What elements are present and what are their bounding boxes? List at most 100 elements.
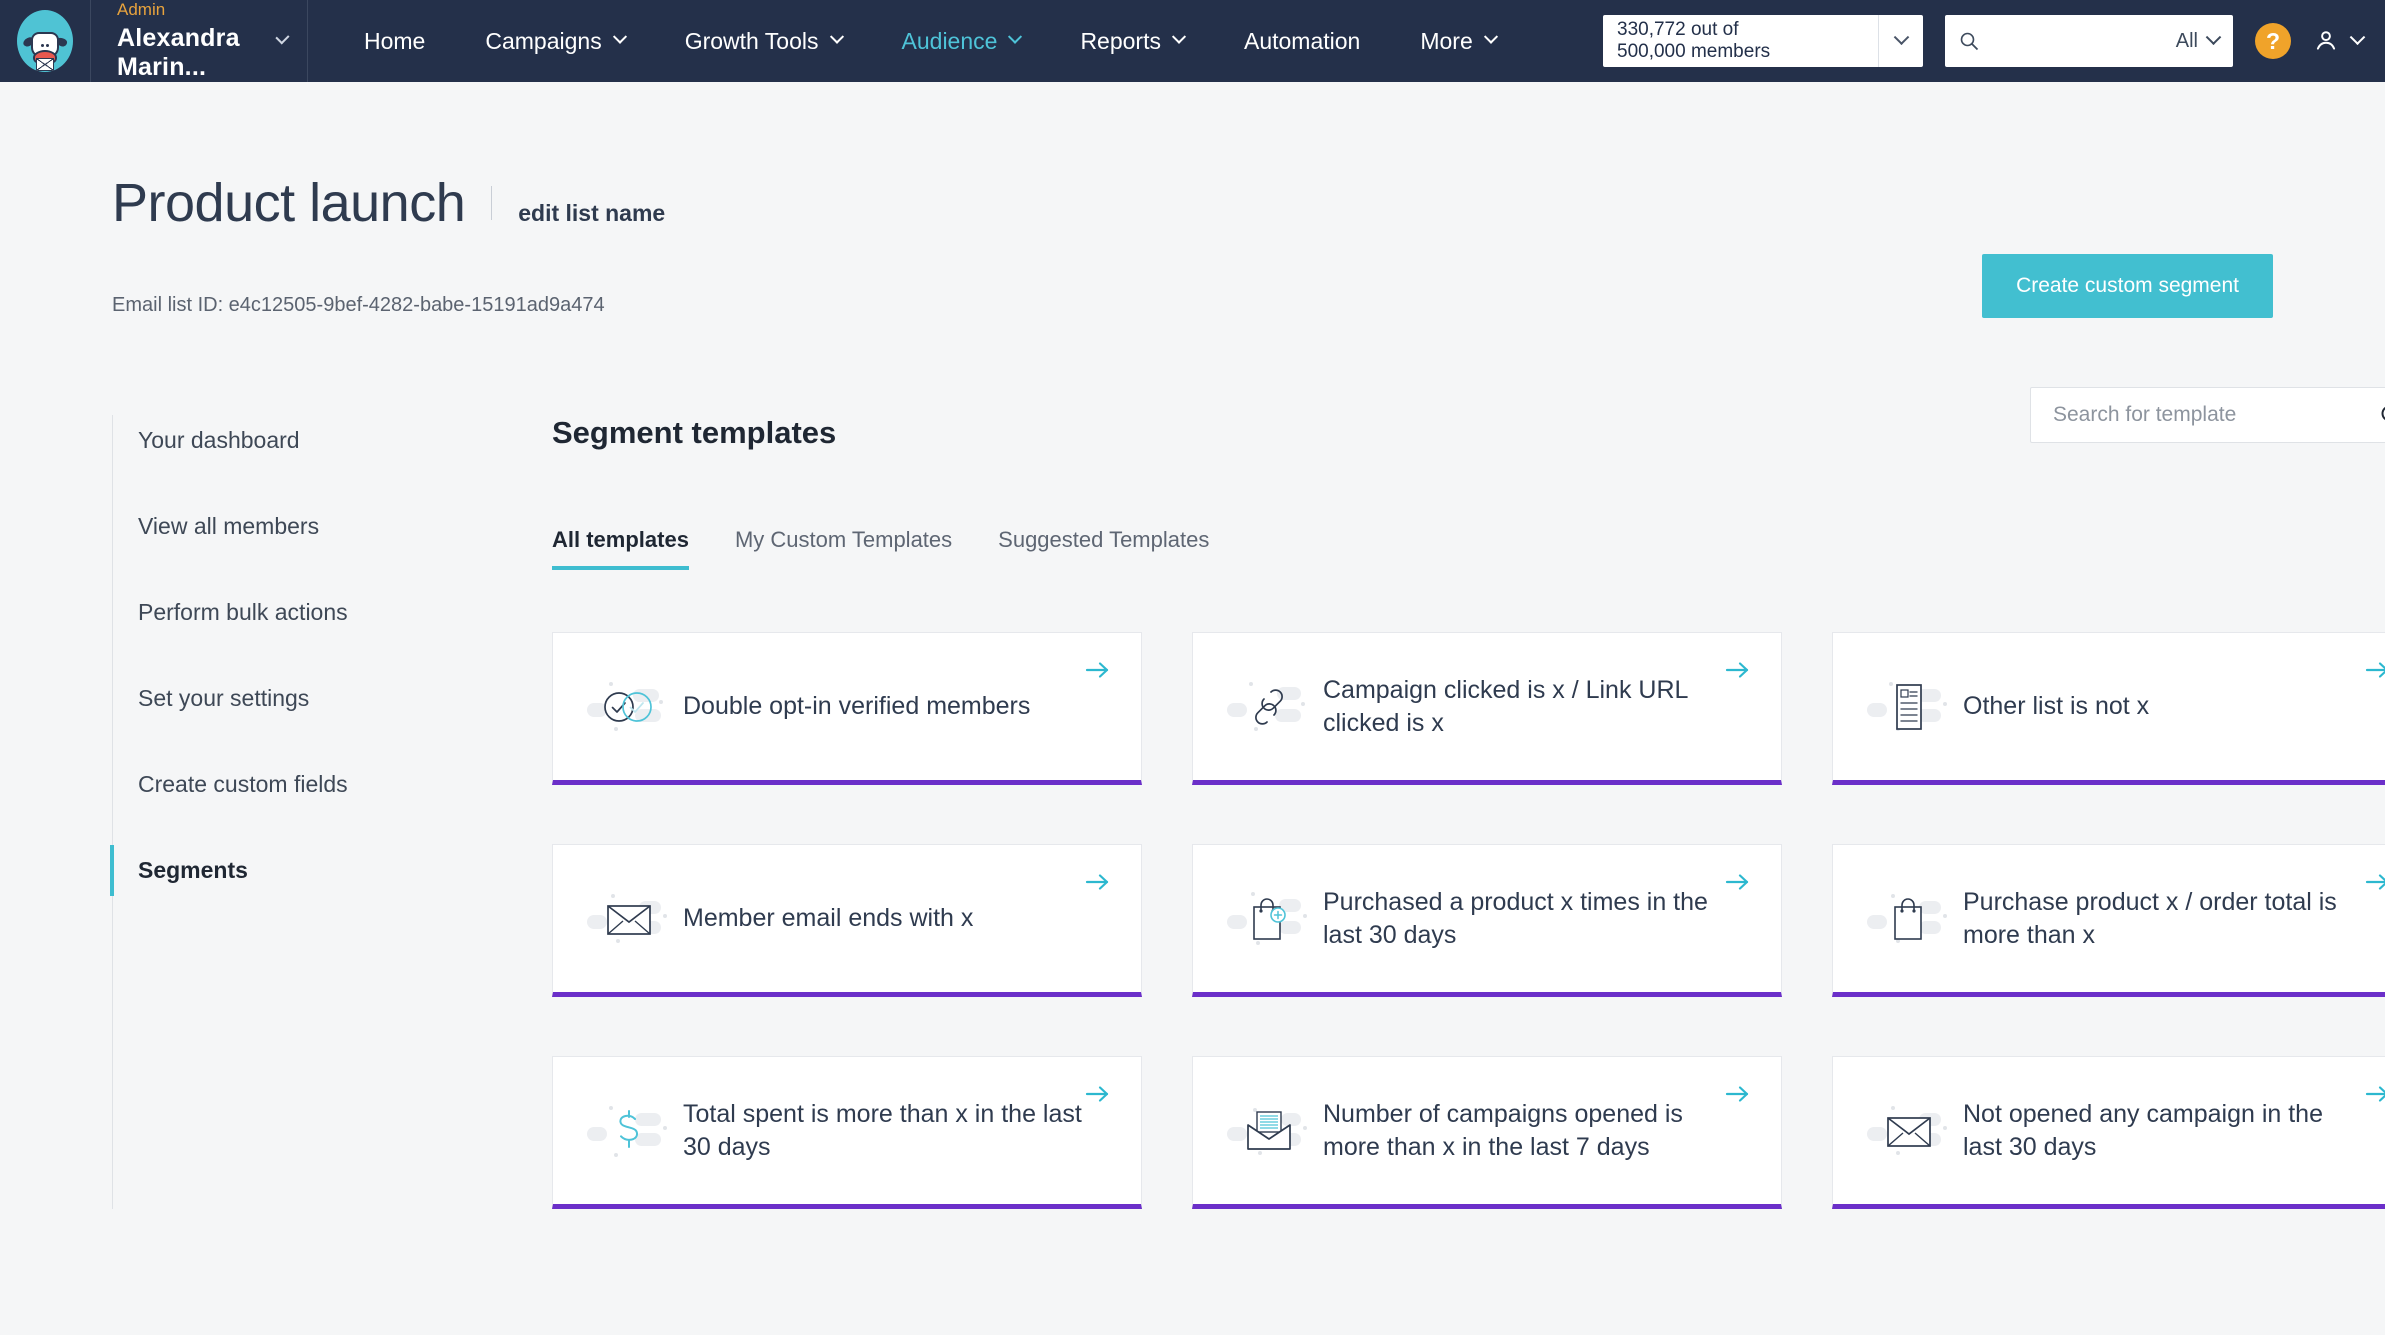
arrow-right-icon[interactable] bbox=[2365, 659, 2385, 686]
nav-item-reports[interactable]: Reports bbox=[1050, 0, 1214, 82]
members-quota-text: 330,772 out of 500,000 members bbox=[1603, 19, 1878, 64]
chevron-down-icon bbox=[829, 29, 844, 44]
sidebar-item-perform-bulk-actions[interactable]: Perform bulk actions bbox=[110, 587, 442, 638]
global-search[interactable]: All bbox=[1945, 15, 2233, 67]
account-name: Alexandra Marin... bbox=[117, 24, 240, 81]
list-document-icon bbox=[1867, 665, 1951, 749]
tab-all-templates[interactable]: All templates bbox=[552, 527, 689, 570]
template-tabs: All templates My Custom Templates Sugges… bbox=[552, 527, 2385, 570]
cow-logo-icon bbox=[17, 10, 73, 72]
template-search[interactable] bbox=[2030, 387, 2385, 443]
nav-label: Campaigns bbox=[485, 27, 602, 54]
template-card-member-email-ends-with[interactable]: Member email ends with x bbox=[552, 844, 1142, 997]
template-card-not-opened-any-campaign[interactable]: Not opened any campaign in the last 30 d… bbox=[1832, 1056, 2385, 1209]
template-card-label: Total spent is more than x in the last 3… bbox=[683, 1099, 1082, 1161]
search-icon[interactable] bbox=[2379, 403, 2385, 427]
chevron-down-icon bbox=[1483, 29, 1498, 44]
link-chain-icon bbox=[1227, 665, 1311, 749]
arrow-right-icon[interactable] bbox=[2365, 1083, 2385, 1110]
nav-item-growth-tools[interactable]: Growth Tools bbox=[655, 0, 872, 82]
top-navigation-bar: Admin Alexandra Marin... Home Campaigns … bbox=[0, 0, 2385, 82]
members-quota-line1: 330,772 out of bbox=[1617, 18, 1739, 40]
shopping-bag-icon bbox=[1867, 877, 1951, 961]
template-card-double-opt-in[interactable]: Double opt-in verified members bbox=[552, 632, 1142, 785]
template-card-total-spent[interactable]: Total spent is more than x in the last 3… bbox=[552, 1056, 1142, 1209]
nav-item-more[interactable]: More bbox=[1390, 0, 1525, 82]
search-scope-label: All bbox=[2175, 29, 2198, 52]
nav-item-home[interactable]: Home bbox=[334, 0, 455, 82]
arrow-right-icon[interactable] bbox=[1725, 659, 1751, 686]
template-card-label: Member email ends with x bbox=[683, 904, 974, 932]
page-title: Product launch bbox=[112, 173, 466, 233]
chevron-down-icon bbox=[612, 29, 627, 44]
template-card-purchase-product-order-total[interactable]: Purchase product x / order total is more… bbox=[1832, 844, 2385, 997]
template-card-purchased-a-product-x-times[interactable]: Purchased a product x times in the last … bbox=[1192, 844, 1782, 997]
nav-label: Reports bbox=[1080, 27, 1161, 54]
template-card-label: Other list is not x bbox=[1963, 692, 2150, 720]
arrow-right-icon[interactable] bbox=[2365, 871, 2385, 898]
template-card-grid: Double opt-in verified members Campaign … bbox=[552, 632, 2385, 1209]
dollar-sign-icon bbox=[587, 1089, 671, 1173]
envelope-icon bbox=[587, 877, 671, 961]
chevron-down-icon[interactable] bbox=[2205, 28, 2222, 45]
chevron-down-icon bbox=[2349, 28, 2366, 45]
double-check-circles-icon bbox=[587, 665, 671, 749]
template-card-label: Campaign clicked is x / Link URL clicked… bbox=[1323, 675, 1688, 737]
body-columns: Your dashboard View all members Perform … bbox=[110, 387, 2385, 1209]
nav-item-automation[interactable]: Automation bbox=[1214, 0, 1390, 82]
edit-list-name-link[interactable]: edit list name bbox=[518, 200, 665, 227]
sidebar-item-create-custom-fields[interactable]: Create custom fields bbox=[110, 759, 442, 810]
shopping-bag-plus-icon bbox=[1227, 877, 1311, 961]
members-quota-selector[interactable]: 330,772 out of 500,000 members bbox=[1603, 15, 1923, 67]
sidebar-item-view-all-members[interactable]: View all members bbox=[110, 501, 442, 552]
list-sidebar: Your dashboard View all members Perform … bbox=[110, 415, 442, 1209]
tab-suggested-templates[interactable]: Suggested Templates bbox=[998, 527, 1209, 570]
sidebar-item-your-dashboard[interactable]: Your dashboard bbox=[110, 415, 442, 466]
template-card-label: Double opt-in verified members bbox=[683, 692, 1031, 720]
email-list-id: Email list ID: e4c12505-9bef-4282-babe-1… bbox=[112, 294, 605, 316]
nav-label: Home bbox=[364, 27, 426, 54]
user-menu[interactable] bbox=[2313, 28, 2366, 54]
arrow-right-icon[interactable] bbox=[1085, 871, 1111, 898]
arrow-right-icon[interactable] bbox=[1725, 871, 1751, 898]
template-card-label: Purchase product x / order total is more… bbox=[1963, 887, 2337, 949]
chevron-down-icon bbox=[1171, 29, 1187, 44]
nav-right-cluster: 330,772 out of 500,000 members All ? bbox=[1603, 0, 2366, 82]
chevron-down-icon[interactable] bbox=[1879, 28, 1923, 47]
template-card-campaign-clicked[interactable]: Campaign clicked is x / Link URL clicked… bbox=[1192, 632, 1782, 785]
create-custom-segment-button[interactable]: Create custom segment bbox=[1982, 254, 2273, 318]
envelope-icon bbox=[1867, 1089, 1951, 1173]
account-switcher[interactable]: Admin Alexandra Marin... bbox=[90, 0, 308, 82]
tab-my-custom-templates[interactable]: My Custom Templates bbox=[735, 527, 952, 570]
nav-label: Automation bbox=[1243, 27, 1361, 54]
app-logo[interactable] bbox=[0, 0, 90, 82]
sidebar-item-segments[interactable]: Segments bbox=[110, 845, 442, 896]
template-card-label: Not opened any campaign in the last 30 d… bbox=[1963, 1099, 2323, 1161]
template-card-campaigns-opened[interactable]: Number of campaigns opened is more than … bbox=[1192, 1056, 1782, 1209]
arrow-right-icon[interactable] bbox=[1085, 1083, 1111, 1110]
search-icon bbox=[1960, 32, 1979, 51]
global-search-input[interactable] bbox=[1989, 30, 2166, 52]
segments-content: Segment templates All templates My Custo… bbox=[442, 387, 2385, 1209]
arrow-right-icon[interactable] bbox=[1085, 659, 1111, 686]
members-quota-line2: 500,000 members bbox=[1617, 41, 1771, 62]
section-title: Segment templates bbox=[552, 415, 837, 450]
chevron-down-icon bbox=[1008, 29, 1023, 44]
nav-label: More bbox=[1420, 27, 1473, 54]
template-card-label: Purchased a product x times in the last … bbox=[1323, 887, 1708, 949]
primary-nav-links: Home Campaigns Growth Tools Audience Rep… bbox=[334, 0, 1526, 82]
nav-item-audience[interactable]: Audience bbox=[872, 0, 1051, 82]
arrow-right-icon[interactable] bbox=[1725, 1083, 1751, 1110]
nav-item-campaigns[interactable]: Campaigns bbox=[455, 0, 654, 82]
template-search-input[interactable] bbox=[2053, 403, 2379, 427]
content-header: Segment templates bbox=[552, 387, 2385, 451]
page-header: Product launch edit list name Email list… bbox=[112, 82, 2273, 318]
sidebar-item-set-your-settings[interactable]: Set your settings bbox=[110, 673, 442, 724]
user-avatar-icon bbox=[2316, 31, 2336, 50]
account-role: Admin bbox=[117, 0, 166, 19]
help-button[interactable]: ? bbox=[2255, 23, 2291, 59]
nav-label: Audience bbox=[901, 27, 998, 54]
title-row: Product launch edit list name bbox=[112, 172, 2273, 234]
open-envelope-icon bbox=[1227, 1089, 1311, 1173]
template-card-other-list-is-not[interactable]: Other list is not x bbox=[1832, 632, 2385, 785]
